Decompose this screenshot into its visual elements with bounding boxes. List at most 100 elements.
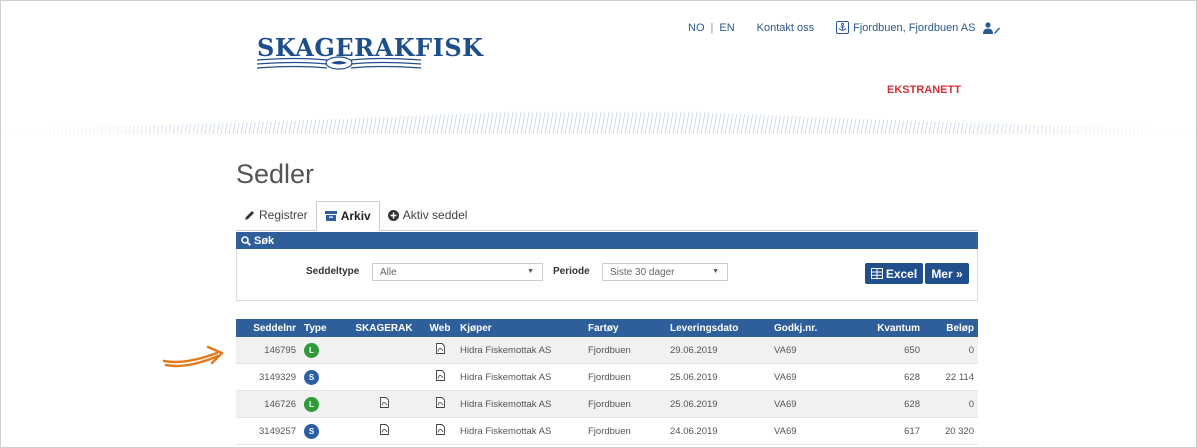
excel-label: Excel: [885, 266, 918, 281]
user-menu[interactable]: Fjordbuen, Fjordbuen AS: [836, 21, 1001, 34]
excel-export-button[interactable]: Excel: [865, 263, 923, 284]
table-row[interactable]: 146726 L Hidra Fiskemottak AS Fjordbuen 25.0…: [236, 390, 978, 418]
col-skagerak[interactable]: SKAGERAK: [344, 319, 424, 337]
search-panel-header[interactable]: Søk: [236, 232, 978, 249]
decorative-hatch-band: [1, 101, 1196, 135]
pdf-icon[interactable]: [379, 397, 389, 408]
pdf-icon[interactable]: [435, 343, 445, 354]
cell-web: [424, 363, 456, 391]
archive-icon: [324, 211, 337, 221]
cell-kjoper: Hidra Fiskemottak AS: [456, 363, 584, 391]
seddeltype-select[interactable]: Alle ▼: [372, 263, 543, 281]
search-panel-title: Søk: [254, 234, 275, 247]
seddeltype-value: Alle: [380, 266, 397, 278]
table-header-row: Seddelnr Type SKAGERAK Web Kjøper Fartøy…: [236, 319, 978, 337]
cell-type: S: [300, 417, 344, 445]
logo-waves-icon: [257, 56, 421, 70]
table-row[interactable]: 3149329 S Hidra Fiskemottak AS Fjordbuen 25.…: [236, 363, 978, 391]
col-kvantum[interactable]: Kvantum: [844, 319, 924, 337]
lang-no-link[interactable]: NO: [688, 22, 705, 34]
top-navigation: NO | EN Kontakt oss Fjordbuen, Fjordbuen…: [688, 21, 1001, 34]
cell-kjoper: Hidra Fiskemottak AS: [456, 337, 584, 364]
cell-belop: 20 320: [924, 417, 978, 445]
tab-registrer[interactable]: Registrer: [236, 201, 316, 229]
table-row[interactable]: 146795 L Hidra Fiskemottak AS Fjordbuen 29.0…: [236, 337, 978, 364]
pencil-icon: [245, 210, 254, 220]
col-web[interactable]: Web: [424, 319, 456, 337]
col-belop[interactable]: Beløp: [924, 319, 978, 337]
type-badge: S: [304, 423, 319, 439]
col-fartoy[interactable]: Fartøy: [584, 319, 666, 337]
cell-seddelnr[interactable]: 146795: [236, 337, 300, 364]
tab-aktiv-seddel[interactable]: Aktiv seddel: [380, 201, 476, 229]
cell-type: L: [300, 337, 344, 364]
anchor-icon: [836, 21, 850, 34]
cell-skagerak: [344, 363, 424, 391]
cell-web: [424, 417, 456, 445]
periode-label: Periode: [553, 266, 590, 277]
cell-fartoy: Fjordbuen: [584, 337, 666, 364]
mer-button[interactable]: Mer »: [925, 263, 969, 284]
cell-godkjnr: VA69: [770, 417, 844, 445]
col-kjoper[interactable]: Kjøper: [456, 319, 584, 337]
search-icon: [241, 235, 251, 246]
cell-leveringsdato: 25.06.2019: [666, 390, 770, 418]
cell-kvantum: 628: [844, 363, 924, 391]
seddeltype-label: Seddeltype: [306, 266, 360, 277]
cell-fartoy: Fjordbuen: [584, 417, 666, 445]
cell-skagerak: [344, 390, 424, 418]
cell-kvantum: 617: [844, 417, 924, 445]
cell-type: L: [300, 390, 344, 418]
table-grid-icon: [870, 268, 883, 279]
cell-godkjnr: VA69: [770, 363, 844, 391]
cell-kvantum: 628: [844, 390, 924, 418]
archive-table: Seddelnr Type SKAGERAK Web Kjøper Fartøy…: [236, 319, 978, 445]
col-type[interactable]: Type: [300, 319, 344, 337]
arrow-pointer-icon: [162, 345, 224, 368]
ekstranett-label: EKSTRANETT: [887, 84, 961, 96]
chevron-down-icon: ▼: [712, 268, 719, 275]
cell-web: [424, 390, 456, 418]
cell-fartoy: Fjordbuen: [584, 390, 666, 418]
periode-value: Siste 30 dager: [610, 266, 675, 278]
col-godkjnr[interactable]: Godkj.nr.: [770, 319, 844, 337]
cell-kvantum: 650: [844, 337, 924, 364]
lang-separator: |: [710, 21, 714, 34]
cell-seddelnr[interactable]: 3149257: [236, 417, 300, 445]
cell-leveringsdato: 24.06.2019: [666, 417, 770, 445]
cell-type: S: [300, 363, 344, 391]
pdf-icon[interactable]: [435, 424, 445, 435]
cell-godkjnr: VA69: [770, 390, 844, 418]
pdf-icon[interactable]: [435, 370, 445, 381]
chevron-down-icon: ▼: [527, 268, 534, 275]
browser-viewport: SKAGERAKFISK NO | EN Kontakt oss Fjordbu…: [0, 0, 1197, 448]
pdf-icon[interactable]: [379, 424, 389, 435]
cell-leveringsdato: 25.06.2019: [666, 363, 770, 391]
cell-skagerak: [344, 337, 424, 364]
tab-label: Registrer: [259, 208, 308, 222]
cell-skagerak: [344, 417, 424, 445]
user-edit-icon: [983, 21, 1001, 34]
periode-select[interactable]: Siste 30 dager ▼: [602, 263, 728, 281]
cell-leveringsdato: 29.06.2019: [666, 337, 770, 364]
cell-fartoy: Fjordbuen: [584, 363, 666, 391]
cell-seddelnr[interactable]: 3149329: [236, 363, 300, 391]
tab-label: Arkiv: [340, 209, 371, 223]
table-body: 146795 L Hidra Fiskemottak AS Fjordbuen 29.0…: [236, 337, 978, 445]
tab-arkiv[interactable]: Arkiv: [315, 201, 380, 231]
cell-belop: 22 114: [924, 363, 978, 391]
cell-belop: 0: [924, 337, 978, 364]
cell-godkjnr: VA69: [770, 337, 844, 364]
tab-bar: Registrer Arkiv Aktiv seddel: [236, 201, 475, 231]
contact-link[interactable]: Kontakt oss: [757, 22, 814, 34]
lang-en-link[interactable]: EN: [719, 22, 734, 34]
col-seddelnr[interactable]: Seddelnr: [236, 319, 300, 337]
col-leveringsdato[interactable]: Leveringsdato: [666, 319, 770, 337]
cell-kjoper: Hidra Fiskemottak AS: [456, 390, 584, 418]
cell-seddelnr[interactable]: 146726: [236, 390, 300, 418]
type-badge: S: [304, 369, 319, 385]
page-title: Sedler: [236, 159, 315, 189]
table-row[interactable]: 3149257 S Hidra Fiskemottak AS Fjordbuen 24.…: [236, 417, 978, 445]
pdf-icon[interactable]: [435, 397, 445, 408]
tab-label: Aktiv seddel: [402, 208, 468, 222]
